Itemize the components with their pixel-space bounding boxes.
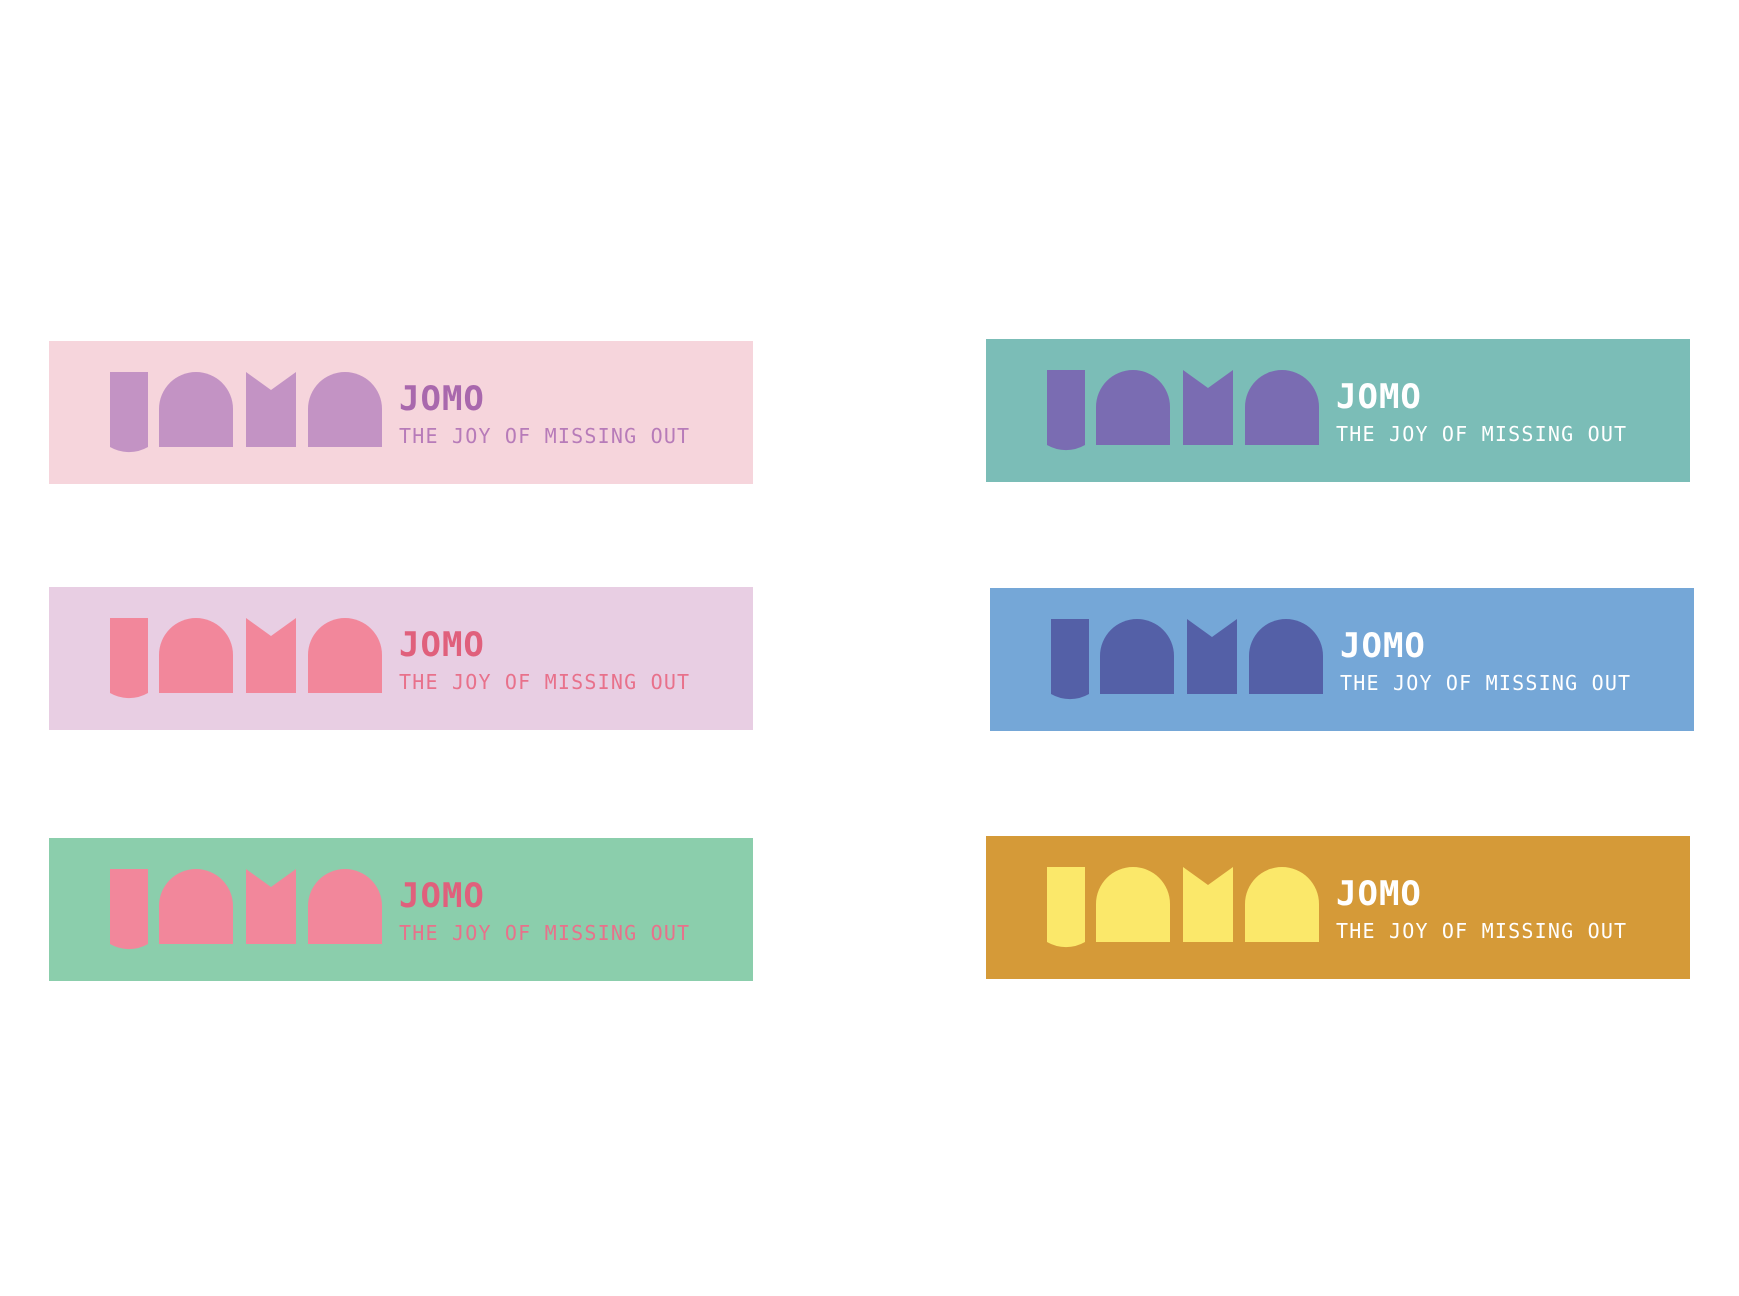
brand-tagline: THE JOY OF MISSING OUT <box>399 670 691 694</box>
brand-tagline: THE JOY OF MISSING OUT <box>1336 919 1628 943</box>
brand-wordmark: JOMO <box>1340 626 1426 666</box>
jomo-logo-mark <box>1047 867 1319 948</box>
banner-lilac-pink: JOMO THE JOY OF MISSING OUT <box>49 587 753 730</box>
brand-wordmark: JOMO <box>1336 377 1422 417</box>
jomo-logo-mark <box>1051 619 1323 700</box>
banner-pink-purple: JOMO THE JOY OF MISSING OUT <box>49 341 753 484</box>
jomo-logo-mark <box>1047 370 1319 451</box>
brand-wordmark: JOMO <box>399 625 485 665</box>
brand-tagline: THE JOY OF MISSING OUT <box>399 921 691 945</box>
jomo-logo-mark <box>110 372 382 453</box>
brand-tagline: THE JOY OF MISSING OUT <box>1336 422 1628 446</box>
banner-teal-violet: JOMO THE JOY OF MISSING OUT <box>986 339 1690 482</box>
brand-wordmark: JOMO <box>399 876 485 916</box>
banner-mustard-yellow: JOMO THE JOY OF MISSING OUT <box>986 836 1690 979</box>
brand-wordmark: JOMO <box>399 379 485 419</box>
jomo-logo-mark <box>110 869 382 950</box>
brand-wordmark: JOMO <box>1336 874 1422 914</box>
brand-tagline: THE JOY OF MISSING OUT <box>399 424 691 448</box>
brand-tagline: THE JOY OF MISSING OUT <box>1340 671 1632 695</box>
banner-mint-pink: JOMO THE JOY OF MISSING OUT <box>49 838 753 981</box>
jomo-logo-mark <box>110 618 382 699</box>
banner-blue-indigo: JOMO THE JOY OF MISSING OUT <box>990 588 1694 731</box>
